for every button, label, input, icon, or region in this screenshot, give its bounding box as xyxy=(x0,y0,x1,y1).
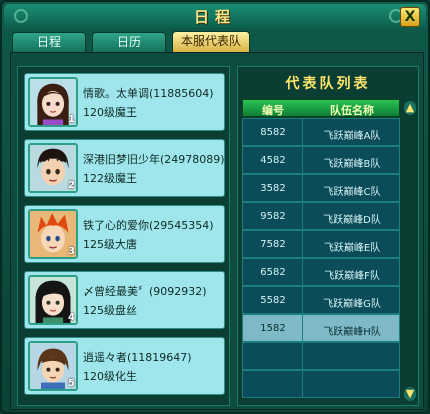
member-name: 铁了心的爱你(29545354) xyxy=(83,219,214,232)
rank-number: 1 xyxy=(68,114,75,125)
member-name: 〆曾经最美〞(9092932) xyxy=(83,285,207,298)
table-row[interactable]: 7582 飞跃巅峰E队 xyxy=(242,230,400,258)
member-level: 122级魔王 xyxy=(83,172,137,185)
member-card[interactable]: 1 情歌。太单调(11885604) 120级魔王 xyxy=(24,73,225,131)
team-id: 8582 xyxy=(260,127,286,138)
team-name: 飞跃巅峰H队 xyxy=(323,327,381,338)
rank-number: 3 xyxy=(68,246,75,257)
member-name: 深港旧梦旧少年(24978089) xyxy=(83,153,225,166)
member-level: 120级魔王 xyxy=(83,106,137,119)
team-members-list: 1 情歌。太单调(11885604) 120级魔王 2 深港旧梦旧少年(2497… xyxy=(17,66,230,406)
table-row[interactable]: 9582 飞跃巅峰D队 xyxy=(242,202,400,230)
table-row[interactable]: 5582 飞跃巅峰G队 xyxy=(242,286,400,314)
team-id: 9582 xyxy=(260,211,286,222)
rank-number: 5 xyxy=(68,378,75,389)
team-name: 飞跃巅峰G队 xyxy=(323,299,381,310)
rank-number: 4 xyxy=(68,312,75,323)
avatar: 5 xyxy=(28,341,78,391)
team-id: 7582 xyxy=(260,239,286,250)
table-row-empty[interactable] xyxy=(242,342,400,370)
tab-server-team[interactable]: 本服代表队 xyxy=(172,31,250,52)
table-row-empty[interactable] xyxy=(242,370,400,398)
member-name: 情歌。太单调(11885604) xyxy=(83,87,214,100)
team-name: 飞跃巅峰D队 xyxy=(323,215,381,226)
avatar: 1 xyxy=(28,77,78,127)
table-row[interactable]: 6582 飞跃巅峰F队 xyxy=(242,258,400,286)
member-card[interactable]: 5 逍遥々者(11819647) 120级化生 xyxy=(24,337,225,395)
close-button[interactable]: X xyxy=(400,7,420,27)
member-level: 125级盘丝 xyxy=(83,304,137,317)
column-header-id: 编号 xyxy=(262,104,284,117)
title-bar[interactable]: 日程 X xyxy=(4,4,426,28)
team-id: 4582 xyxy=(260,155,286,166)
team-name: 飞跃巅峰B队 xyxy=(323,159,381,170)
table-row-selected[interactable]: 1582 飞跃巅峰H队 xyxy=(242,314,400,342)
table-row[interactable]: 3582 飞跃巅峰C队 xyxy=(242,174,400,202)
member-card[interactable]: 3 铁了心的爱你(29545354) 125级大唐 xyxy=(24,205,225,263)
member-level: 125级大唐 xyxy=(83,238,137,251)
team-roster: 代表队列表 编号 队伍名称 8582 飞跃巅峰A队 4582 飞跃巅峰B队 3582… xyxy=(237,66,419,406)
member-card[interactable]: 4 〆曾经最美〞(9092932) 125级盘丝 xyxy=(24,271,225,329)
team-id: 1582 xyxy=(260,323,286,334)
table-row[interactable]: 4582 飞跃巅峰B队 xyxy=(242,146,400,174)
roster-scrollbar[interactable]: ▲ ▼ xyxy=(404,101,416,401)
column-header-team-name: 队伍名称 xyxy=(330,104,374,117)
content-panel: 1 情歌。太单调(11885604) 120级魔王 2 深港旧梦旧少年(2497… xyxy=(10,52,424,410)
tab-schedule[interactable]: 日程 xyxy=(12,32,86,52)
scroll-up-icon[interactable]: ▲ xyxy=(404,101,416,115)
rank-number: 2 xyxy=(68,180,75,191)
window-title: 日程 xyxy=(193,8,236,26)
schedule-window: 日程 X 日程 日历 本服代表队 1 情歌。太单调(11885604) 120级… xyxy=(0,0,430,414)
team-name: 飞跃巅峰F队 xyxy=(324,271,380,282)
avatar: 2 xyxy=(28,143,78,193)
scroll-down-icon[interactable]: ▼ xyxy=(404,387,416,401)
team-id: 5582 xyxy=(260,295,286,306)
tab-calendar[interactable]: 日历 xyxy=(92,32,166,52)
member-level: 120级化生 xyxy=(83,370,137,383)
team-name: 飞跃巅峰E队 xyxy=(323,243,381,254)
roster-header: 编号 队伍名称 xyxy=(242,99,400,117)
team-id: 3582 xyxy=(260,183,286,194)
avatar: 3 xyxy=(28,209,78,259)
table-row[interactable]: 8582 飞跃巅峰A队 xyxy=(242,118,400,146)
member-name: 逍遥々者(11819647) xyxy=(83,351,192,364)
roster-title: 代表队列表 xyxy=(285,76,371,92)
avatar: 4 xyxy=(28,275,78,325)
team-name: 飞跃巅峰A队 xyxy=(323,131,381,142)
team-name: 飞跃巅峰C队 xyxy=(323,187,381,198)
member-card[interactable]: 2 深港旧梦旧少年(24978089) 122级魔王 xyxy=(24,139,225,197)
team-id: 6582 xyxy=(260,267,286,278)
